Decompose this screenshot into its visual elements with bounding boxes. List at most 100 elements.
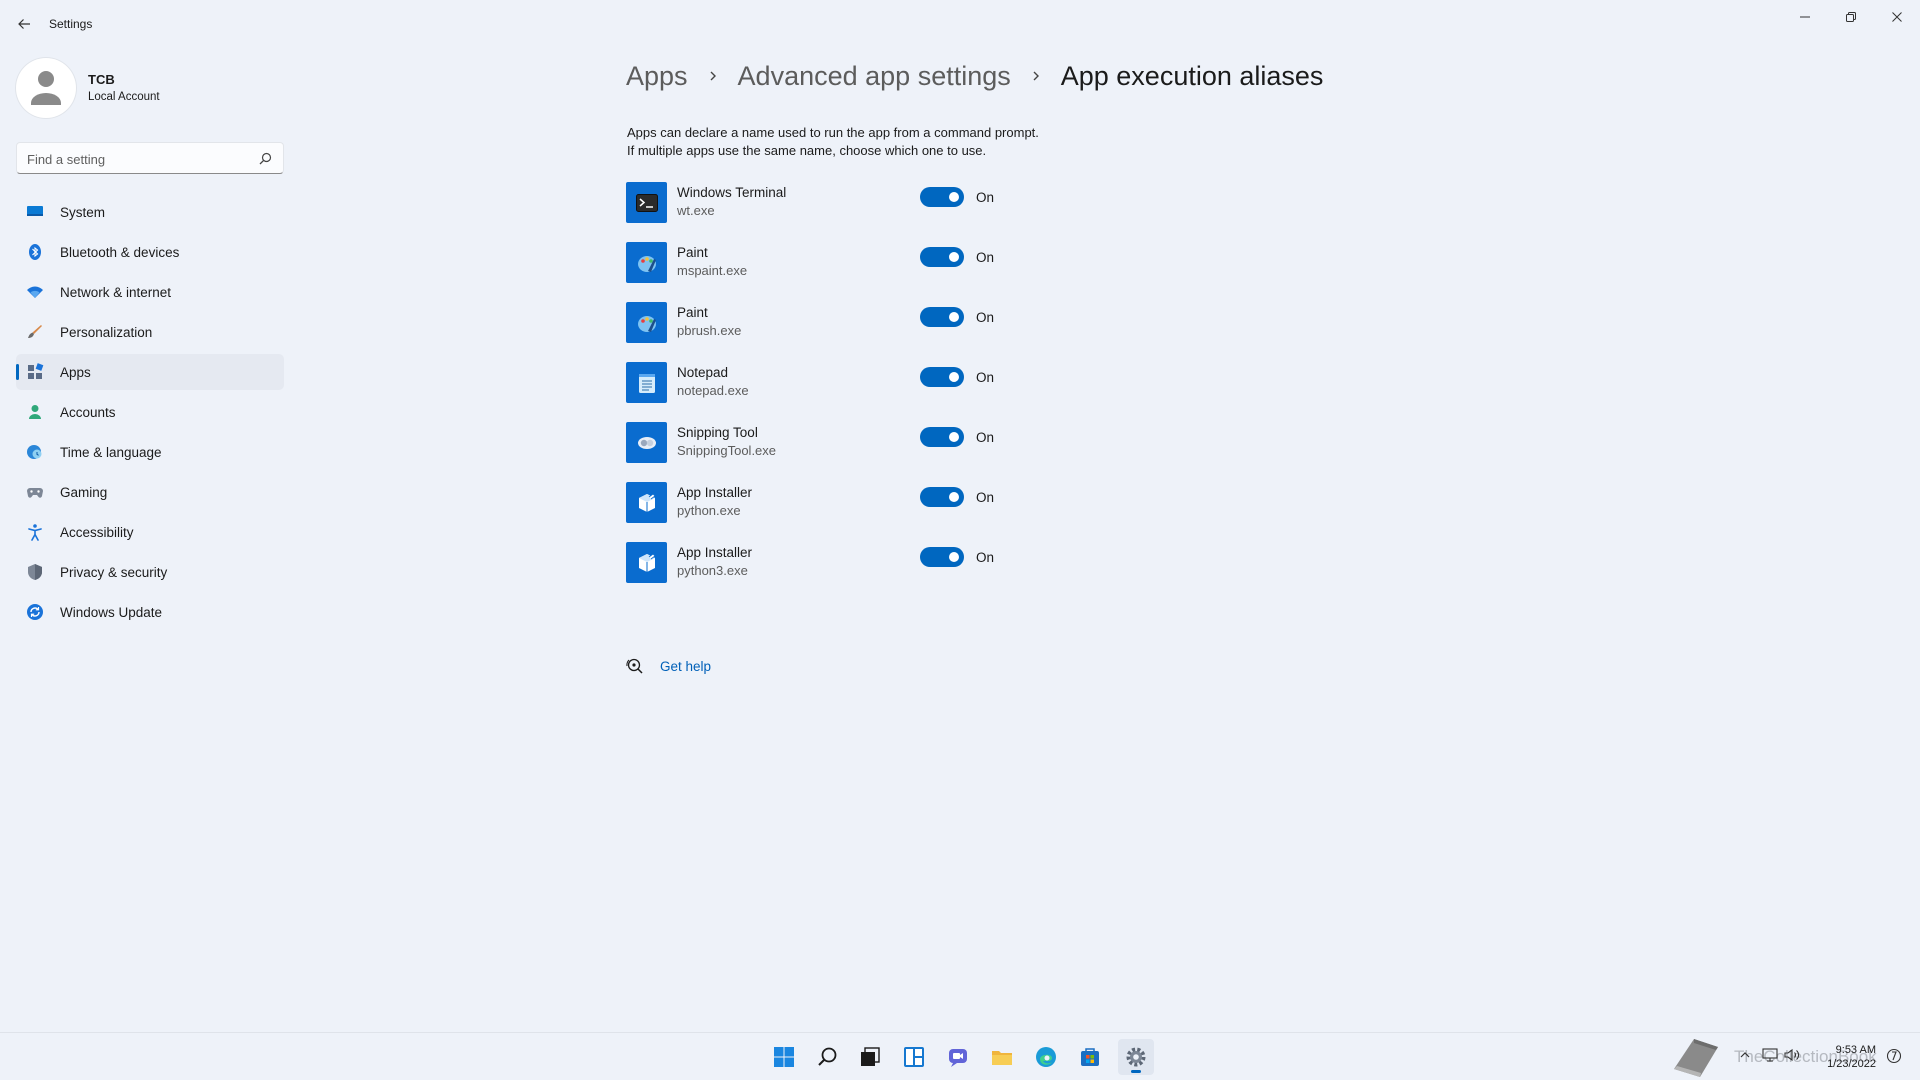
user-profile[interactable]: TCB Local Account [16,56,286,118]
restore-icon [1846,12,1856,22]
alias-toggle[interactable] [920,247,964,267]
search-input[interactable] [27,149,247,169]
shield-icon [28,564,42,580]
app-name: App Installer [677,485,753,500]
book-icon [1674,1039,1718,1077]
clock-time: 9:53 AM [1835,1044,1876,1056]
app-installer-icon [626,482,667,523]
sidebar-item-label: Gaming [60,485,108,500]
sidebar-item-accounts[interactable]: Accounts [16,394,284,430]
sidebar-item-system[interactable]: System [16,194,284,230]
breadcrumb-advanced-app-settings[interactable]: Advanced app settings [738,61,1011,92]
help-icon [626,658,643,674]
paint-icon [626,302,667,343]
chevron-right-icon [1031,69,1041,83]
app-name: Paint [677,305,708,320]
chat-icon [949,1049,967,1067]
volume-icon[interactable] [1784,1048,1800,1062]
edge-icon [1036,1047,1056,1067]
sidebar-item-bluetooth-devices[interactable]: Bluetooth & devices [16,234,284,270]
person-placeholder-icon [31,71,61,105]
toggle-state: On [976,190,995,205]
alias-toggle[interactable] [920,367,964,387]
sidebar-item-label: Privacy & security [60,565,168,580]
start-icon [774,1047,794,1067]
taskbar: TheCollectionBook 9:53 AM 1/23/2022 [0,1032,1920,1080]
alias-row-paint-mspaint: Paint mspaint.exe On [626,240,1226,300]
sidebar-item-label: Accessibility [60,525,134,540]
app-name: Paint [677,245,708,260]
sidebar-item-label: System [60,205,106,220]
get-help-link[interactable]: Get help [660,659,711,674]
close-icon [1892,12,1902,22]
edge-button[interactable] [1028,1039,1064,1075]
settings-icon [1126,1047,1146,1067]
sidebar-item-gaming[interactable]: Gaming [16,474,284,510]
sidebar-item-time-language[interactable]: Time & language [16,434,284,470]
sidebar-item-label: Personalization [60,325,153,340]
app-name: Windows Terminal [677,185,787,200]
terminal-icon [626,182,667,223]
sidebar-item-personalization[interactable]: Personalization [16,314,284,350]
close-button[interactable] [1874,2,1920,32]
alias-row-windows-terminal: Windows Terminal wt.exe On [626,180,1226,240]
back-arrow-icon [18,19,30,29]
page-description: Apps can declare a name used to run the … [627,124,1039,160]
notification-icon[interactable] [1886,1048,1902,1064]
clock-date: 1/23/2022 [1827,1058,1876,1070]
profile-account-type: Local Account [88,91,160,103]
paint-icon [626,242,667,283]
sidebar-item-accessibility[interactable]: Accessibility [16,514,284,550]
app-installer-icon [626,542,667,583]
app-alias: mspaint.exe [677,263,748,278]
alias-toggle[interactable] [920,307,964,327]
restore-button[interactable] [1828,2,1874,32]
alias-toggle[interactable] [920,427,964,447]
sidebar-item-network-internet[interactable]: Network & internet [16,274,284,310]
breadcrumb-apps[interactable]: Apps [626,61,688,92]
chevron-right-icon [708,69,718,83]
clock[interactable]: 9:53 AM 1/23/2022 [1820,1043,1876,1071]
toggle-state: On [976,310,995,325]
alias-toggle[interactable] [920,547,964,567]
app-name: App Installer [677,545,753,560]
task-view-button[interactable] [852,1039,888,1075]
taskbar-search-button[interactable] [810,1039,846,1075]
chevron-up-icon[interactable] [1739,1049,1751,1061]
update-icon [27,604,43,620]
alias-toggle[interactable] [920,487,964,507]
app-alias: notepad.exe [677,383,749,398]
back-button[interactable] [10,10,38,38]
sidebar-item-apps[interactable]: Apps [16,354,284,390]
brush-icon [28,325,42,338]
search-icon[interactable] [257,151,273,167]
store-icon [1081,1048,1099,1066]
breadcrumb: Apps Advanced app settings App execution… [626,56,1323,96]
start-button[interactable] [766,1039,802,1075]
alias-row-app-installer-python: App Installer python.exe On [626,480,1226,540]
toggle-state: On [976,430,995,445]
app-alias: pbrush.exe [677,323,742,338]
alias-list: Windows Terminal wt.exe On Paint mspaint… [626,180,1226,600]
minimize-button[interactable] [1782,2,1828,32]
sidebar-item-privacy-security[interactable]: Privacy & security [16,554,284,590]
gamepad-icon [27,488,43,498]
chat-button[interactable] [940,1039,976,1075]
monitor-icon [27,206,43,216]
snipping-tool-icon [626,422,667,463]
toggle-state: On [976,490,995,505]
description-line: If multiple apps use the same name, choo… [627,143,987,158]
alias-toggle[interactable] [920,187,964,207]
wifi-icon [27,286,43,298]
toggle-state: On [976,370,995,385]
accessibility-icon [28,524,42,541]
title-bar: Settings [0,0,1920,48]
settings-taskbar-button[interactable] [1118,1039,1154,1075]
sidebar-item-windows-update[interactable]: Windows Update [16,594,284,630]
file-explorer-button[interactable] [984,1039,1020,1075]
display-icon[interactable] [1762,1048,1778,1062]
store-button[interactable] [1072,1039,1108,1075]
app-alias: wt.exe [677,203,715,218]
widgets-button[interactable] [896,1039,932,1075]
profile-name: TCB [88,72,115,87]
